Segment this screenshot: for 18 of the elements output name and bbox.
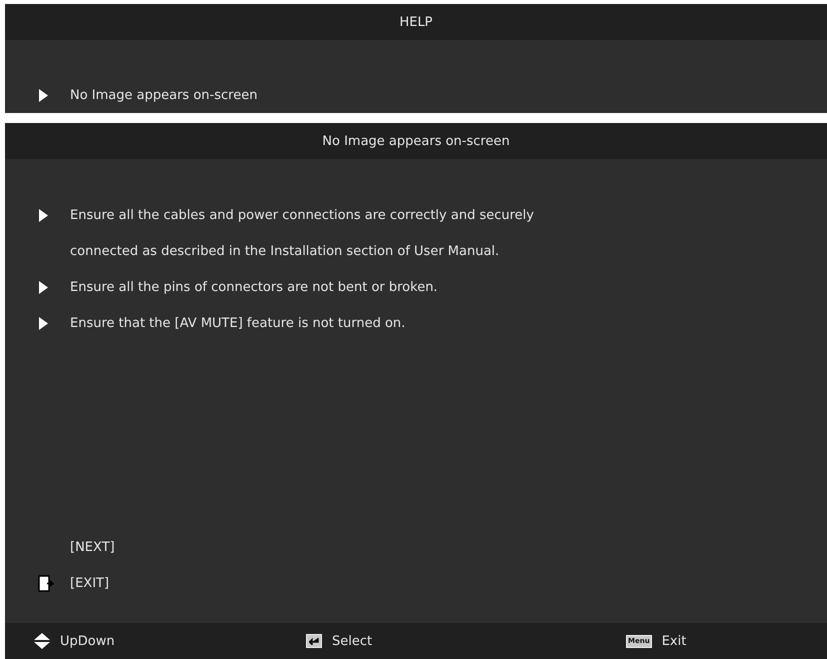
hint-label: UpDown [60, 634, 115, 648]
tip-text: Ensure all the pins of connectors are not bent or broken. [70, 280, 438, 294]
help-topic[interactable]: No Image appears on-screen [70, 88, 258, 102]
up-down-arrows-icon [34, 633, 50, 649]
tip-text: Ensure all the cables and power connections are correctly and securely [70, 208, 534, 222]
triangle-icon [39, 208, 48, 222]
enter-key-icon [306, 634, 322, 648]
triangle-icon [39, 280, 48, 294]
hint-label: Select [332, 634, 372, 648]
hint-label: Exit [662, 634, 686, 648]
panel-title: No Image appears on-screen [322, 134, 510, 148]
tip-text: Ensure that the [AV MUTE] feature is not turned on. [70, 316, 406, 330]
triangle-icon [39, 88, 48, 102]
menu-option[interactable]: [EXIT] [70, 576, 110, 590]
triangle-icon [39, 316, 48, 330]
tip-text: connected as described in the Installation section of User Manual. [70, 244, 500, 258]
menu-option[interactable]: [NEXT] [70, 540, 115, 554]
panel-title: HELP [399, 14, 433, 30]
